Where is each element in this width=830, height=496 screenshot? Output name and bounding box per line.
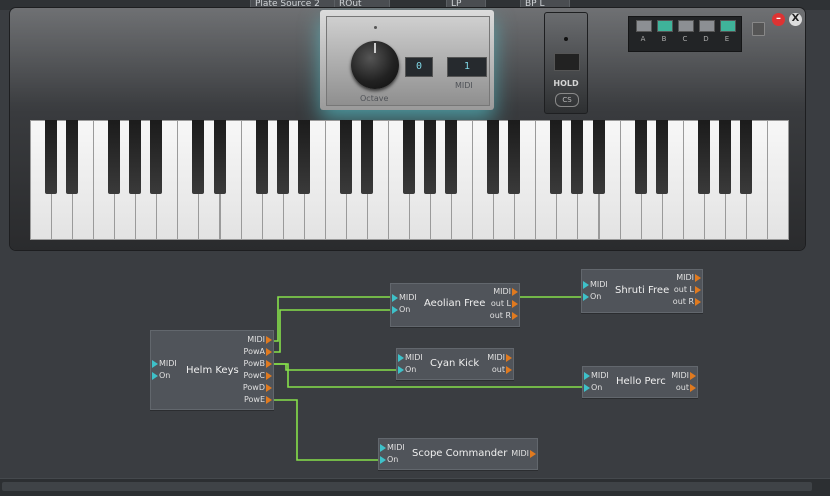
scope-out-midi[interactable]: MIDI (511, 449, 536, 459)
helm-in-on[interactable]: On (151, 371, 170, 381)
scope-title: Scope Commander (412, 448, 508, 459)
shruti-title: Shruti Free (615, 285, 670, 296)
node-hello-perc[interactable]: MIDI On Hello Perc MIDI out (582, 366, 698, 398)
hello-in-on[interactable]: On (583, 383, 602, 393)
scope-in-midi[interactable]: MIDI (380, 443, 405, 453)
cyan-in-on[interactable]: On (397, 365, 416, 375)
helm-out-powd[interactable]: PowD (243, 383, 273, 393)
helm-title: Helm Keys (186, 365, 239, 376)
shruti-out-midi[interactable]: MIDI (676, 273, 701, 283)
aeolian-out-r[interactable]: out R (490, 311, 519, 321)
helm-out-powc[interactable]: PowC (243, 371, 272, 381)
node-cyan-kick[interactable]: MIDI On Cyan Kick MIDI out (396, 348, 514, 380)
node-shruti-free[interactable]: MIDI On Shruti Free MIDI out L out R (581, 269, 703, 313)
cyan-out[interactable]: out (492, 365, 513, 375)
hello-in-midi[interactable]: MIDI (584, 371, 609, 381)
hello-out-midi[interactable]: MIDI (671, 371, 696, 381)
cyan-in-midi[interactable]: MIDI (398, 353, 423, 363)
node-helm-keys[interactable]: MIDI On Helm Keys MIDI PowA PowB PowC Po… (150, 330, 274, 410)
cable-helm-to-aeolian-on[interactable] (272, 309, 392, 353)
shruti-out-r[interactable]: out R (673, 297, 702, 307)
helm-out-powb[interactable]: PowB (244, 359, 273, 369)
cable-helm-to-cyan[interactable] (272, 363, 398, 371)
cyan-title: Cyan Kick (430, 358, 480, 369)
cyan-out-midi[interactable]: MIDI (487, 353, 512, 363)
shruti-in-on[interactable]: On (582, 292, 601, 302)
aeolian-out-l[interactable]: out L (491, 299, 519, 309)
scope-in-on[interactable]: On (379, 455, 398, 465)
node-aeolian-free[interactable]: MIDI On Aeolian Free MIDI out L out R (390, 283, 520, 327)
aeolian-in-midi[interactable]: MIDI (392, 293, 417, 303)
aeolian-in-on[interactable]: On (391, 305, 410, 315)
helm-out-powe[interactable]: PowE (244, 395, 273, 405)
aeolian-out-midi[interactable]: MIDI (493, 287, 518, 297)
shruti-in-midi[interactable]: MIDI (583, 280, 608, 290)
node-scope-commander[interactable]: MIDI On Scope Commander MIDI (378, 438, 538, 470)
hello-out[interactable]: out (676, 383, 697, 393)
patch-cables (272, 296, 584, 461)
horizontal-scrollbar[interactable] (2, 482, 812, 491)
cable-helm-to-scope[interactable] (272, 399, 380, 461)
helm-out-powa[interactable]: PowA (244, 347, 273, 357)
hello-title: Hello Perc (616, 376, 666, 387)
aeolian-title: Aeolian Free (424, 298, 486, 309)
helm-out-midi[interactable]: MIDI (247, 335, 272, 345)
cable-helm-to-aeolian[interactable] (272, 296, 392, 342)
shruti-out-l[interactable]: out L (674, 285, 702, 295)
helm-in-midi[interactable]: MIDI (152, 359, 177, 369)
